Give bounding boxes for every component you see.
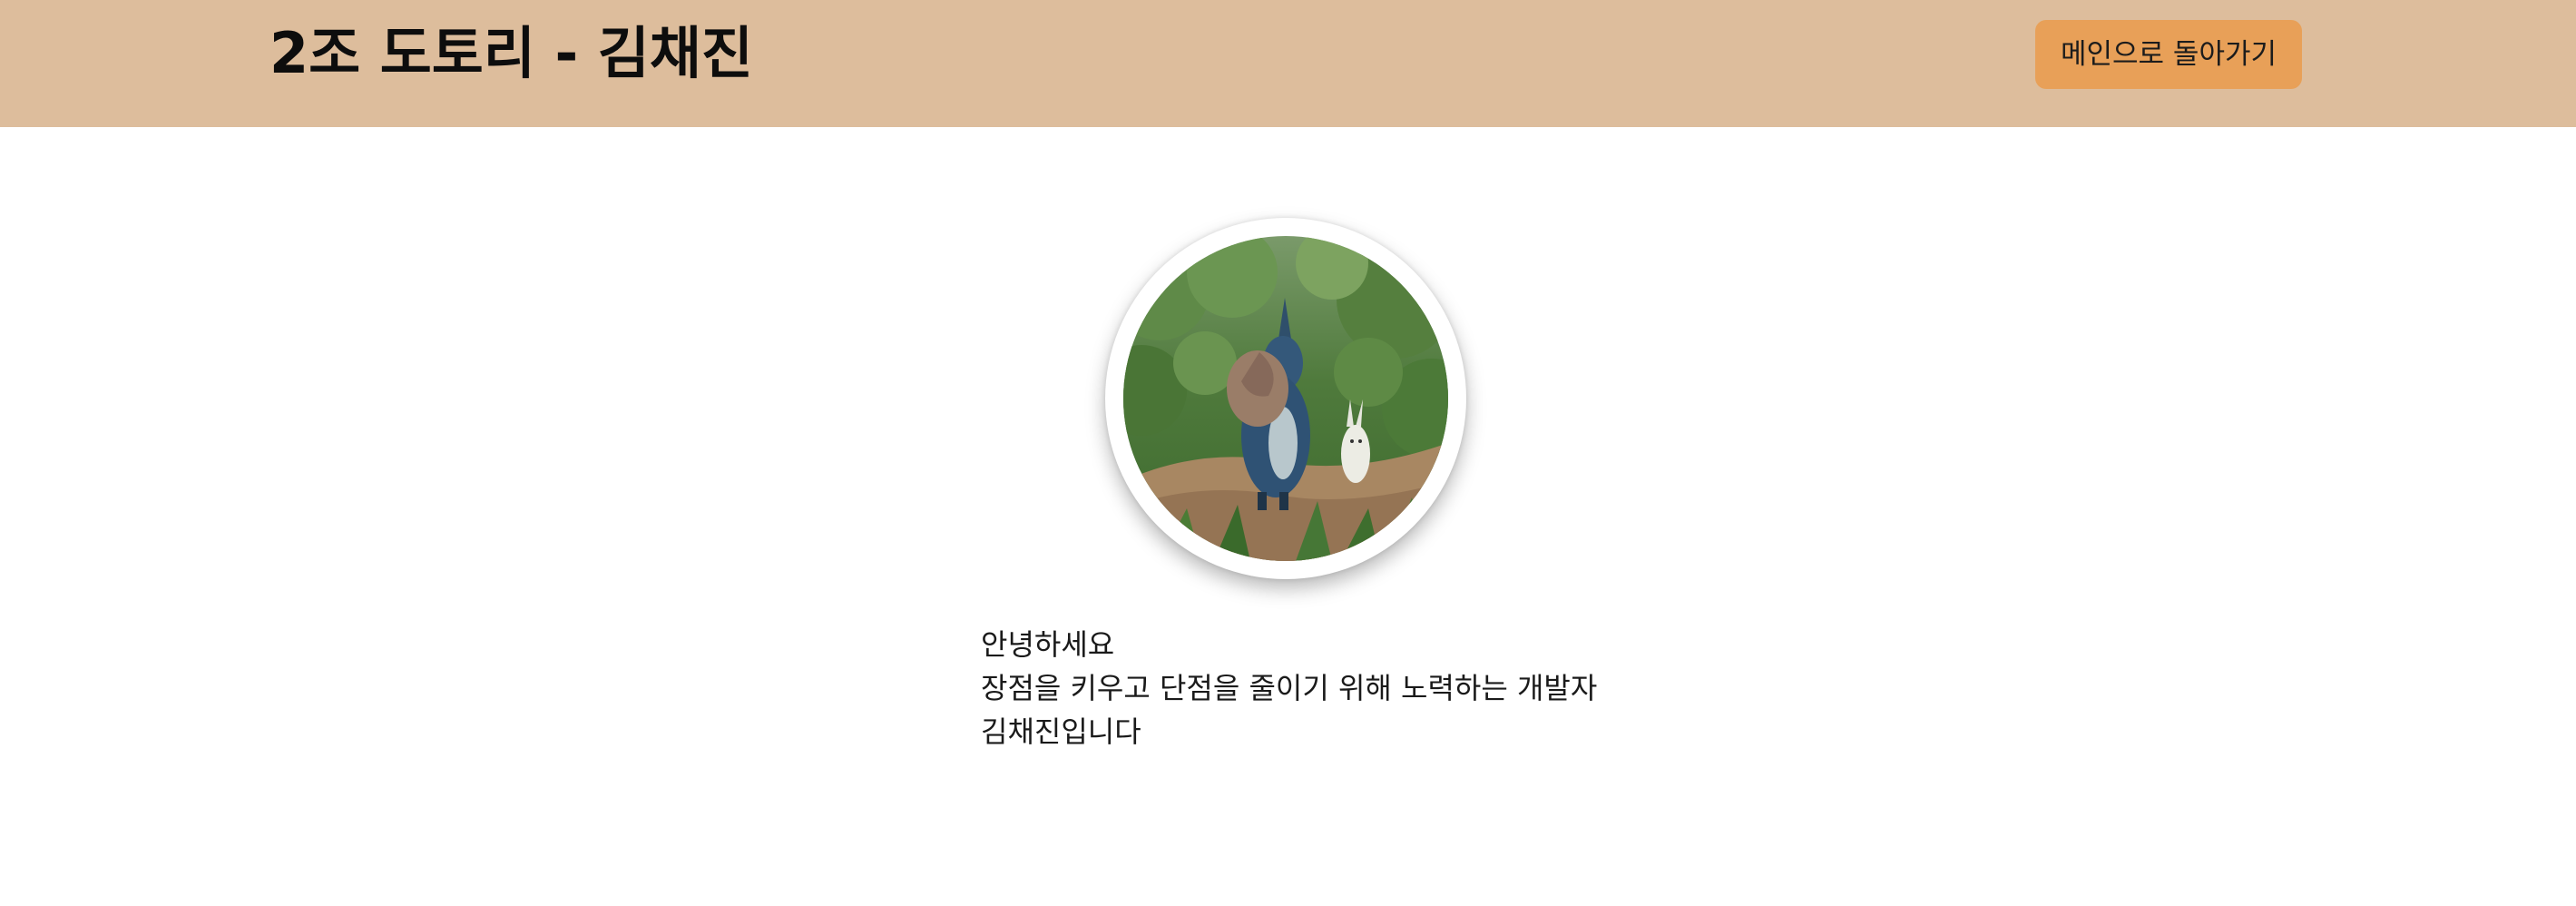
intro-line-name: 김채진입니다 xyxy=(981,714,1141,749)
profile-photo-frame xyxy=(1105,218,1466,579)
back-to-main-button[interactable]: 메인으로 돌아가기 xyxy=(2035,20,2302,89)
intro-line-description: 장점을 키우고 단점을 줄이기 위해 노력하는 개발자 xyxy=(981,671,1598,705)
profile-illustration-icon xyxy=(1123,236,1448,561)
intro-line-greeting: 안녕하세요 xyxy=(981,627,1115,662)
intro-text: 안녕하세요 장점을 키우고 단점을 줄이기 위해 노력하는 개발자 김채진입니다 xyxy=(981,623,1597,753)
page-title: 2조 도토리 - 김채진 xyxy=(269,20,753,86)
header-bar: 2조 도토리 - 김채진 메인으로 돌아가기 xyxy=(0,0,2576,127)
